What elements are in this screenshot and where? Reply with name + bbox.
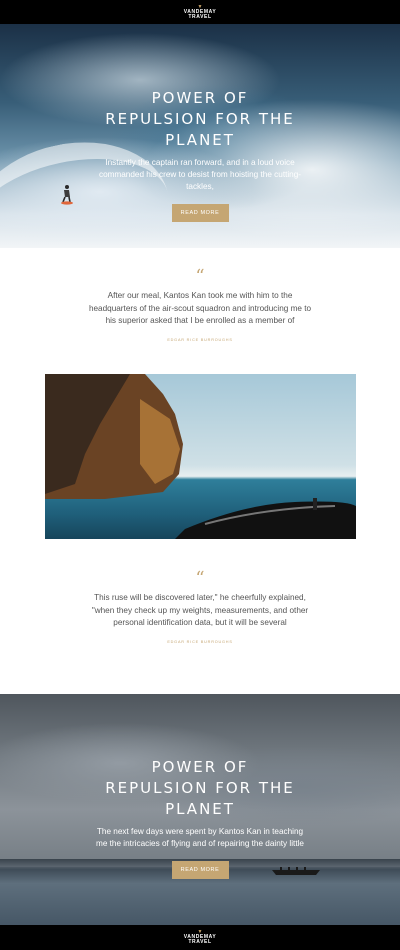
quote2-text: This ruse will be discovered later," he … — [91, 593, 309, 627]
hero2-read-more-button[interactable]: READ MORE — [171, 861, 229, 879]
hero1-content: POWER OF REPULSION FOR THE PLANET Instan… — [0, 88, 400, 222]
brand-name-line2: TRAVEL — [188, 13, 212, 20]
footer-brand-logo[interactable]: ▼ VANDEMAY TRAVEL — [184, 930, 217, 945]
quote-mark-icon: “ — [195, 266, 205, 287]
hero1-title: POWER OF REPULSION FOR THE PLANET — [105, 89, 295, 149]
brand-logo[interactable]: ▼ VANDEMAY TRAVEL — [184, 4, 217, 20]
hero2-text: The next few days were spent by Kantos K… — [96, 827, 304, 848]
hero-wave-section: POWER OF REPULSION FOR THE PLANET Instan… — [0, 24, 400, 248]
quote2-section: “ This ruse will be discovered later," h… — [0, 570, 400, 644]
quote2-author: EDGAR RICE BURROUGHS — [167, 639, 233, 644]
hero2-title: POWER OF REPULSION FOR THE PLANET — [105, 758, 295, 818]
hero1-text: Instantly the captain ran forward, and i… — [98, 158, 302, 191]
hero2-content: POWER OF REPULSION FOR THE PLANET The ne… — [0, 757, 400, 879]
hero-sea-section: POWER OF REPULSION FOR THE PLANET The ne… — [0, 694, 400, 925]
header-bar: ▼ VANDEMAY TRAVEL — [0, 0, 400, 24]
footer-bar: ▼ VANDEMAY TRAVEL — [0, 925, 400, 950]
quote1-author: EDGAR RICE BURROUGHS — [167, 337, 233, 342]
cliff-boat-illustration — [45, 374, 356, 539]
cliff-sea-photo — [45, 374, 356, 539]
footer-brand-name-line2: TRAVEL — [188, 939, 212, 945]
quote1-section: “ After our meal, Kantos Kan took me wit… — [0, 268, 400, 342]
quote1-text: After our meal, Kantos Kan took me with … — [88, 291, 312, 325]
quote-mark-icon: “ — [195, 568, 205, 589]
hero1-read-more-button[interactable]: READ MORE — [171, 204, 229, 222]
